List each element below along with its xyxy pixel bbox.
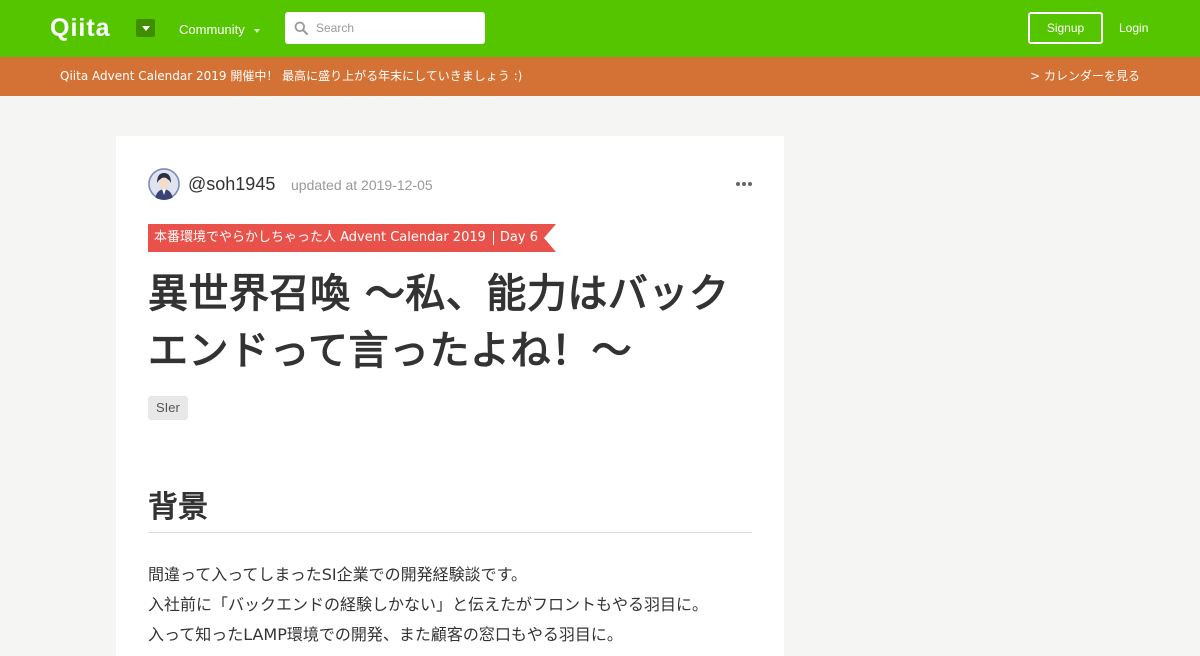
article-paragraph: 間違って入ってしまったSI企業での開発経験談です。 入社前に「バックエンドの経験… <box>148 560 752 650</box>
service-menu-toggle[interactable] <box>136 19 155 37</box>
more-icon[interactable] <box>736 180 752 188</box>
search-box[interactable] <box>285 12 485 44</box>
article-title: 異世界召喚 ～私、能力はバック エンドって言ったよね！～ <box>148 266 748 380</box>
paragraph-line: 入社前に「バックエンドの経験しかない」と伝えたがフロントもやる羽目に。 <box>148 595 709 614</box>
article-title-line1: 異世界召喚 ～私、能力はバック <box>148 271 730 317</box>
calendar-link[interactable]: > カレンダーを見る <box>1030 68 1140 85</box>
dot <box>748 182 752 186</box>
advent-ribbon-body: 本番環境でやらかしちゃった人 Advent Calendar 2019 Day … <box>148 224 544 252</box>
community-menu[interactable]: Community <box>179 21 260 39</box>
article-title-line2: エンドって言ったよね！～ <box>148 328 632 374</box>
signup-button[interactable]: Signup <box>1028 12 1103 44</box>
section-heading: 背景 <box>148 486 752 533</box>
avatar-image <box>148 168 180 200</box>
qiita-logo[interactable]: Qiita <box>50 13 111 43</box>
dot <box>742 182 746 186</box>
tag-sier[interactable]: SIer <box>148 396 188 420</box>
advent-announcement-bar: Qiita Advent Calendar 2019 開催中！ 最高に盛り上がる… <box>0 57 1200 96</box>
advent-day: Day 6 <box>499 230 538 245</box>
paragraph-line: 間違って入ってしまったSI企業での開発経験談です。 <box>148 565 528 584</box>
avatar[interactable] <box>148 168 180 200</box>
global-header: Qiita Community Signup Login <box>0 0 1200 57</box>
updated-date: updated at 2019-12-05 <box>291 177 433 193</box>
ribbon-divider <box>492 231 494 245</box>
caret-down-icon <box>141 25 150 31</box>
search-icon <box>294 21 308 35</box>
author-username[interactable]: @soh1945 <box>188 173 275 195</box>
article-card: @soh1945 updated at 2019-12-05 本番環境でやらかし… <box>116 136 784 656</box>
caret-down-icon <box>253 29 260 33</box>
announcement-text: Qiita Advent Calendar 2019 開催中！ 最高に盛り上がる… <box>60 69 523 83</box>
paragraph-line: 入って知ったLAMP環境での開発、また顧客の窓口もやる羽目に。 <box>148 625 623 644</box>
login-link[interactable]: Login <box>1119 19 1148 37</box>
community-label: Community <box>179 22 245 37</box>
search-input[interactable] <box>316 18 476 38</box>
advent-calendar-name: 本番環境でやらかしちゃった人 Advent Calendar 2019 <box>154 230 486 245</box>
dot <box>736 182 740 186</box>
ribbon-tail <box>543 224 556 252</box>
advent-calendar-ribbon[interactable]: 本番環境でやらかしちゃった人 Advent Calendar 2019 Day … <box>148 224 556 252</box>
